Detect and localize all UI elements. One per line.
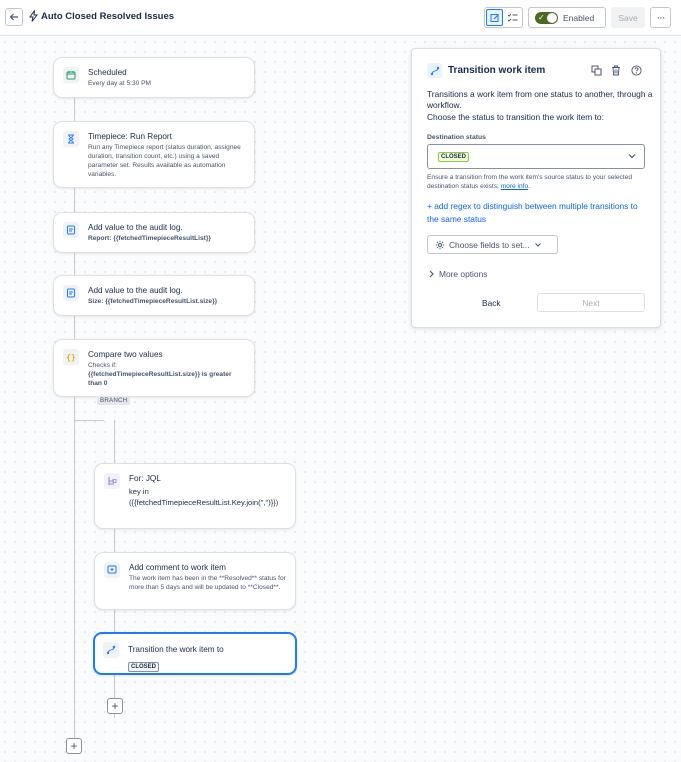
helper-text-suffix: . [528,183,531,190]
destination-status-select[interactable]: CLOSED [427,144,645,169]
save-button[interactable]: Save [611,7,645,28]
node-title: Scheduled [88,68,127,77]
more-info-link[interactable]: more info [501,183,529,190]
calendar-icon [63,67,79,83]
node-title: Add value to the audit log. [88,286,183,295]
node-subtitle: Size: {{fetchedTimepieceResultList.size}… [88,298,218,305]
panel-title: Transition work item [448,65,546,76]
node-jql: key in ({{fetchedTimepieceResultList.Key… [129,487,279,507]
top-bar: Auto Closed Resolved Issues ✓ Enabled Sa… [0,0,681,36]
branch-for-jql[interactable]: For: JQL key in ({{fetchedTimepieceResul… [94,463,296,529]
transition-config-panel: Transition work item Transitions a work … [411,48,661,328]
checklist-icon [507,13,517,22]
delete-button[interactable] [610,64,622,76]
more-options-toggle[interactable]: More options [428,269,487,279]
choose-fields-button[interactable]: Choose fields to set... [427,235,558,254]
node-title: Add comment to work item [129,563,226,572]
condition-compare-values[interactable]: {} Compare two values Checks if: {{fetch… [53,339,255,397]
branch-connector [74,420,104,421]
plus-icon: + [70,739,78,753]
node-subtitle: Every day at 5:30 PM [88,80,152,87]
plus-icon: + [111,699,119,713]
trash-icon [612,65,620,75]
status-lozenge: CLOSED [438,151,470,162]
edit-view-button[interactable] [486,9,503,26]
copy-icon [591,65,601,75]
back-button[interactable]: Back [482,298,501,308]
help-button[interactable] [630,64,642,76]
helper-text: Ensure a transition from the work item's… [427,173,653,191]
status-lozenge: CLOSED [128,662,160,672]
duplicate-button[interactable] [590,64,602,76]
ellipsis-icon: ··· [656,11,666,24]
action-add-comment[interactable]: Add comment to work item The work item h… [94,552,296,610]
back-button[interactable] [5,8,23,26]
node-condition: {{fetchedTimepieceResultList.size}} is g… [88,371,232,387]
chevron-down-icon [628,154,636,159]
log-icon [63,285,79,301]
node-title: For: JQL [129,474,161,483]
bolt-icon [29,10,38,22]
next-button[interactable]: Next [537,293,645,312]
enabled-toggle[interactable]: ✓ [535,11,558,24]
arrow-left-icon [9,13,18,21]
hourglass-icon [63,131,79,147]
add-branch-step-button[interactable]: + [107,698,123,714]
action-audit-log-report[interactable]: Add value to the audit log. Report: {{fe… [53,212,255,253]
trigger-scheduled[interactable]: Scheduled Every day at 5:30 PM [53,57,255,98]
node-subtitle: Report: {{fetchedTimepieceResultList}} [88,235,211,242]
rule-title-wrap: Auto Closed Resolved Issues [29,10,174,22]
braces-icon: {} [63,349,79,365]
branch-label: BRANCH [97,396,131,405]
panel-header: Transition work item [427,63,545,78]
panel-description-line: Transitions a work item from one status … [427,89,653,111]
log-icon [63,222,79,238]
more-options-label: More options [439,269,488,279]
panel-description: Transitions a work item from one status … [427,89,655,123]
branch-icon [104,473,120,489]
node-subtitle: Run any Timepiece report (status duratio… [88,144,241,178]
node-title: Add value to the audit log. [88,223,183,232]
rule-title[interactable]: Auto Closed Resolved Issues [41,11,174,22]
enabled-label: Enabled [563,12,595,23]
chevron-down-icon [534,242,541,247]
action-timepiece-report[interactable]: Timepiece: Run Report Run any Timepiece … [53,121,255,188]
transition-icon [427,63,442,78]
help-icon [630,64,642,76]
more-actions-button[interactable]: ··· [650,7,671,28]
check-icon: ✓ [538,12,545,22]
node-subtitle: The work item has been in the **Resolved… [129,575,286,591]
edit-icon [490,13,499,22]
view-toggle-group [484,7,523,28]
comment-icon [104,562,120,578]
action-transition-work-item[interactable]: Transition the work item to CLOSED [93,632,297,675]
chevron-right-icon [429,270,434,278]
node-title: Transition the work item to [128,645,224,654]
main-connector [74,97,75,747]
add-step-button[interactable]: + [66,738,82,754]
node-subtitle: Checks if: [88,362,117,369]
add-regex-link[interactable]: + add regex to distinguish between multi… [427,200,642,225]
gear-icon [435,240,445,249]
panel-description-line: Choose the status to transition the work… [427,111,604,122]
node-title: Compare two values [88,350,163,359]
panel-actions [590,64,642,76]
action-audit-log-size[interactable]: Add value to the audit log. Size: {{fetc… [53,275,255,316]
node-title: Timepiece: Run Report [88,132,172,141]
destination-status-label: Destination status [427,134,486,141]
checklist-view-button[interactable] [503,9,521,27]
transition-icon [103,642,119,658]
choose-fields-label: Choose fields to set... [449,239,530,250]
enabled-toggle-button[interactable]: ✓ Enabled [528,7,606,28]
